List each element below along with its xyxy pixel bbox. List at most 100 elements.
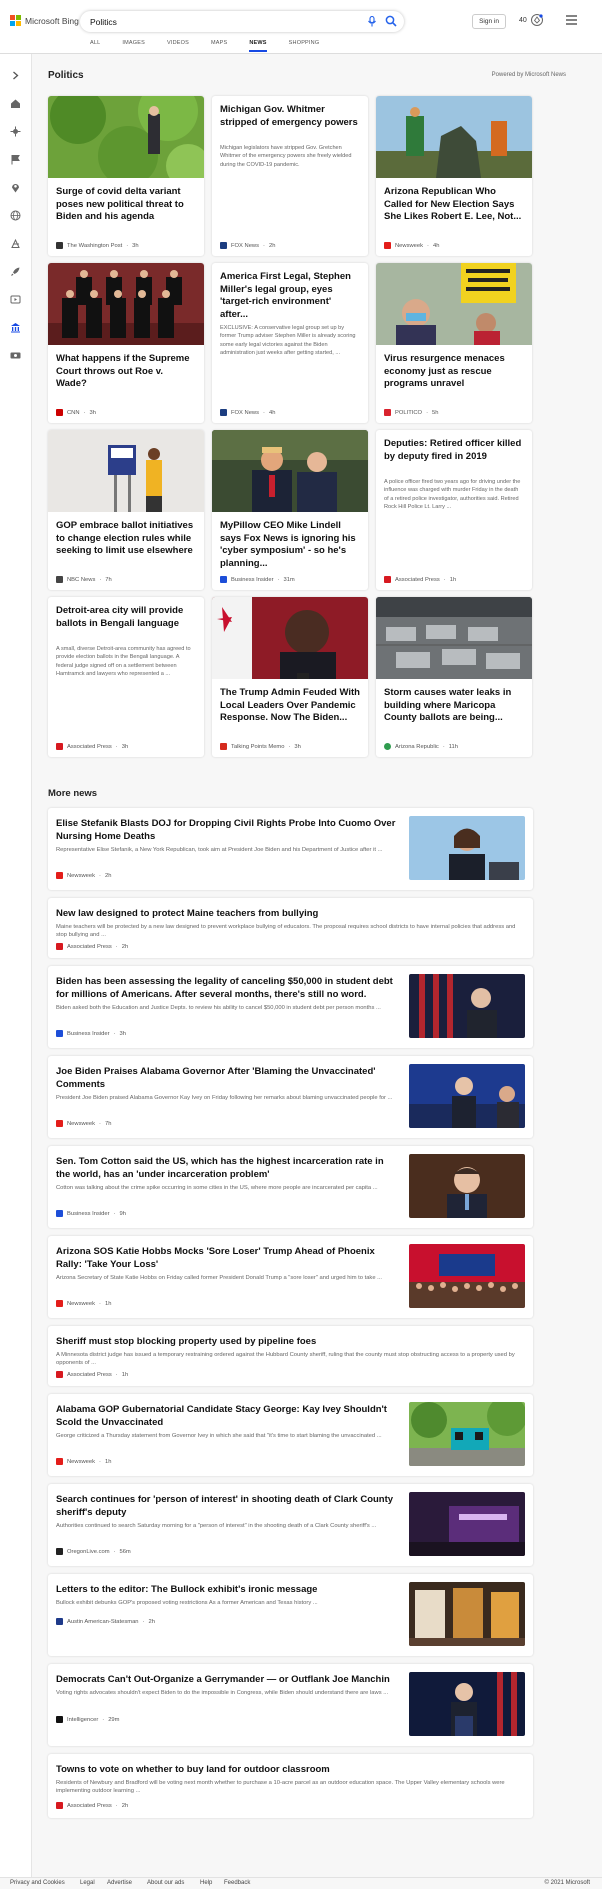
home-icon[interactable] — [10, 98, 21, 109]
location-icon[interactable] — [10, 182, 21, 193]
news-title[interactable]: New law designed to protect Maine teache… — [56, 907, 521, 920]
news-title[interactable]: Democrats Can't Out-Organize a Gerrymand… — [56, 1673, 396, 1686]
news-image-biden-flag — [409, 974, 525, 1038]
sign-in-button[interactable]: Sign in — [472, 14, 506, 29]
money-icon[interactable] — [10, 350, 21, 361]
rewards-icon[interactable] — [530, 13, 544, 27]
news-source: Business Insider · 9h — [56, 1210, 126, 1217]
search-box[interactable] — [80, 11, 404, 32]
card-title[interactable]: Michigan Gov. Whitmer stripped of emerge… — [220, 104, 360, 129]
associated-press-logo-icon — [56, 743, 63, 750]
news-title[interactable]: Sen. Tom Cotton said the US, which has t… — [56, 1155, 396, 1181]
card-source: CNN · 3h — [56, 409, 96, 416]
card-title[interactable]: Virus resurgence menaces economy just as… — [384, 353, 524, 391]
card-source: Business Insider · 31m — [220, 576, 295, 583]
tab-all[interactable]: ALL — [90, 40, 100, 52]
card-title[interactable]: Deputies: Retired officer killed by depu… — [384, 438, 524, 463]
business-insider-logo-icon — [56, 1210, 63, 1217]
list-item[interactable]: Letters to the editor: The Bullock exhib… — [48, 1574, 533, 1656]
card-title[interactable]: What happens if the Supreme Court throws… — [56, 353, 196, 391]
list-item[interactable]: Search continues for 'person of interest… — [48, 1484, 533, 1566]
scales-icon[interactable] — [10, 238, 21, 249]
powered-by-label[interactable]: Powered by Microsoft News — [492, 72, 566, 78]
tab-maps[interactable]: MAPS — [211, 40, 227, 52]
footer-link-advertise[interactable]: Advertise — [107, 1880, 132, 1886]
card-image-ballot-warehouse — [376, 597, 532, 679]
list-item[interactable]: Arizona SOS Katie Hobbs Mocks 'Sore Lose… — [48, 1236, 533, 1318]
news-snippet: Authorities continued to search Saturday… — [56, 1523, 377, 1529]
microphone-icon[interactable] — [367, 16, 377, 27]
entertainment-icon[interactable] — [10, 294, 21, 305]
news-card[interactable]: Surge of covid delta variant poses new p… — [48, 96, 204, 256]
news-card[interactable]: The Trump Admin Feuded With Local Leader… — [212, 597, 368, 757]
news-card[interactable]: Virus resurgence menaces economy just as… — [376, 263, 532, 423]
news-title[interactable]: Joe Biden Praises Alabama Governor After… — [56, 1065, 396, 1091]
card-title[interactable]: Arizona Republican Who Called for New El… — [384, 186, 524, 224]
news-title[interactable]: Arizona SOS Katie Hobbs Mocks 'Sore Lose… — [56, 1245, 396, 1271]
footer: Privacy and Cookies Legal Advertise Abou… — [0, 1877, 602, 1889]
card-image-supreme-court — [48, 263, 204, 345]
footer-link-privacy[interactable]: Privacy and Cookies — [10, 1880, 65, 1886]
news-source: Newsweek · 2h — [56, 872, 111, 879]
card-source: Associated Press · 1h — [384, 576, 456, 583]
hamburger-menu-icon[interactable] — [566, 15, 577, 25]
news-snippet: Maine teachers will be protected by a ne… — [56, 924, 516, 939]
card-title[interactable]: The Trump Admin Feuded With Local Leader… — [220, 687, 360, 725]
flag-icon[interactable] — [10, 154, 21, 165]
search-icon[interactable] — [385, 15, 397, 27]
coronavirus-icon[interactable] — [10, 126, 21, 137]
news-title[interactable]: Search continues for 'person of interest… — [56, 1493, 396, 1519]
tab-news[interactable]: NEWS — [249, 40, 267, 52]
list-item[interactable]: Biden has been assessing the legality of… — [48, 966, 533, 1048]
card-title[interactable]: Detroit-area city will provide ballots i… — [56, 605, 196, 630]
tab-videos[interactable]: VIDEOS — [167, 40, 189, 52]
list-item[interactable]: Alabama GOP Gubernatorial Candidate Stac… — [48, 1394, 533, 1476]
news-image-tom-cotton — [409, 1154, 525, 1218]
card-title[interactable]: GOP embrace ballot initiatives to change… — [56, 520, 196, 558]
news-card[interactable]: Deputies: Retired officer killed by depu… — [376, 430, 532, 590]
list-item[interactable]: Democrats Can't Out-Organize a Gerrymand… — [48, 1664, 533, 1746]
list-item[interactable]: Sen. Tom Cotton said the US, which has t… — [48, 1146, 533, 1228]
news-card[interactable]: Michigan Gov. Whitmer stripped of emerge… — [212, 96, 368, 256]
news-title[interactable]: Letters to the editor: The Bullock exhib… — [56, 1583, 396, 1596]
politics-building-icon[interactable] — [10, 322, 21, 333]
list-item[interactable]: Elise Stefanik Blasts DOJ for Dropping C… — [48, 808, 533, 890]
news-source: Intelligencer · 29m — [56, 1716, 119, 1723]
footer-link-feedback[interactable]: Feedback — [224, 1880, 250, 1886]
news-card[interactable]: Detroit-area city will provide ballots i… — [48, 597, 204, 757]
news-card[interactable]: MyPillow CEO Mike Lindell says Fox News … — [212, 430, 368, 590]
tab-shopping[interactable]: SHOPPING — [289, 40, 320, 52]
news-title[interactable]: Sheriff must stop blocking property used… — [56, 1335, 521, 1348]
news-title[interactable]: Alabama GOP Gubernatorial Candidate Stac… — [56, 1403, 396, 1429]
card-title[interactable]: Surge of covid delta variant poses new p… — [56, 186, 196, 224]
expand-sidebar-icon[interactable] — [10, 70, 21, 81]
rocket-icon[interactable] — [10, 266, 21, 277]
card-title[interactable]: America First Legal, Stephen Miller's le… — [220, 271, 360, 321]
list-item[interactable]: New law designed to protect Maine teache… — [48, 898, 533, 958]
bing-logo[interactable]: Microsoft Bing — [10, 15, 79, 26]
news-card[interactable]: What happens if the Supreme Court throws… — [48, 263, 204, 423]
news-source: Newsweek · 7h — [56, 1120, 111, 1127]
list-item[interactable]: Sheriff must stop blocking property used… — [48, 1326, 533, 1386]
footer-link-legal[interactable]: Legal — [80, 1880, 95, 1886]
news-title[interactable]: Elise Stefanik Blasts DOJ for Dropping C… — [56, 817, 396, 843]
microsoft-logo-icon — [10, 15, 21, 26]
news-card[interactable]: Arizona Republican Who Called for New El… — [376, 96, 532, 256]
news-card[interactable]: Storm causes water leaks in building whe… — [376, 597, 532, 757]
news-title[interactable]: Towns to vote on whether to buy land for… — [56, 1763, 521, 1776]
card-title[interactable]: MyPillow CEO Mike Lindell says Fox News … — [220, 520, 360, 570]
news-title[interactable]: Biden has been assessing the legality of… — [56, 975, 396, 1001]
oregonlive-logo-icon — [56, 1548, 63, 1555]
tab-images[interactable]: IMAGES — [122, 40, 145, 52]
search-input[interactable] — [90, 15, 330, 28]
cnn-logo-icon — [56, 409, 63, 416]
footer-link-about-ads[interactable]: About our ads — [147, 1880, 184, 1886]
footer-link-help[interactable]: Help — [200, 1880, 212, 1886]
card-title[interactable]: Storm causes water leaks in building whe… — [384, 687, 524, 725]
news-card[interactable]: America First Legal, Stephen Miller's le… — [212, 263, 368, 423]
austin-american-statesman-logo-icon — [56, 1618, 63, 1625]
news-card[interactable]: GOP embrace ballot initiatives to change… — [48, 430, 204, 590]
list-item[interactable]: Joe Biden Praises Alabama Governor After… — [48, 1056, 533, 1138]
list-item[interactable]: Towns to vote on whether to buy land for… — [48, 1754, 533, 1818]
globe-icon[interactable] — [10, 210, 21, 221]
